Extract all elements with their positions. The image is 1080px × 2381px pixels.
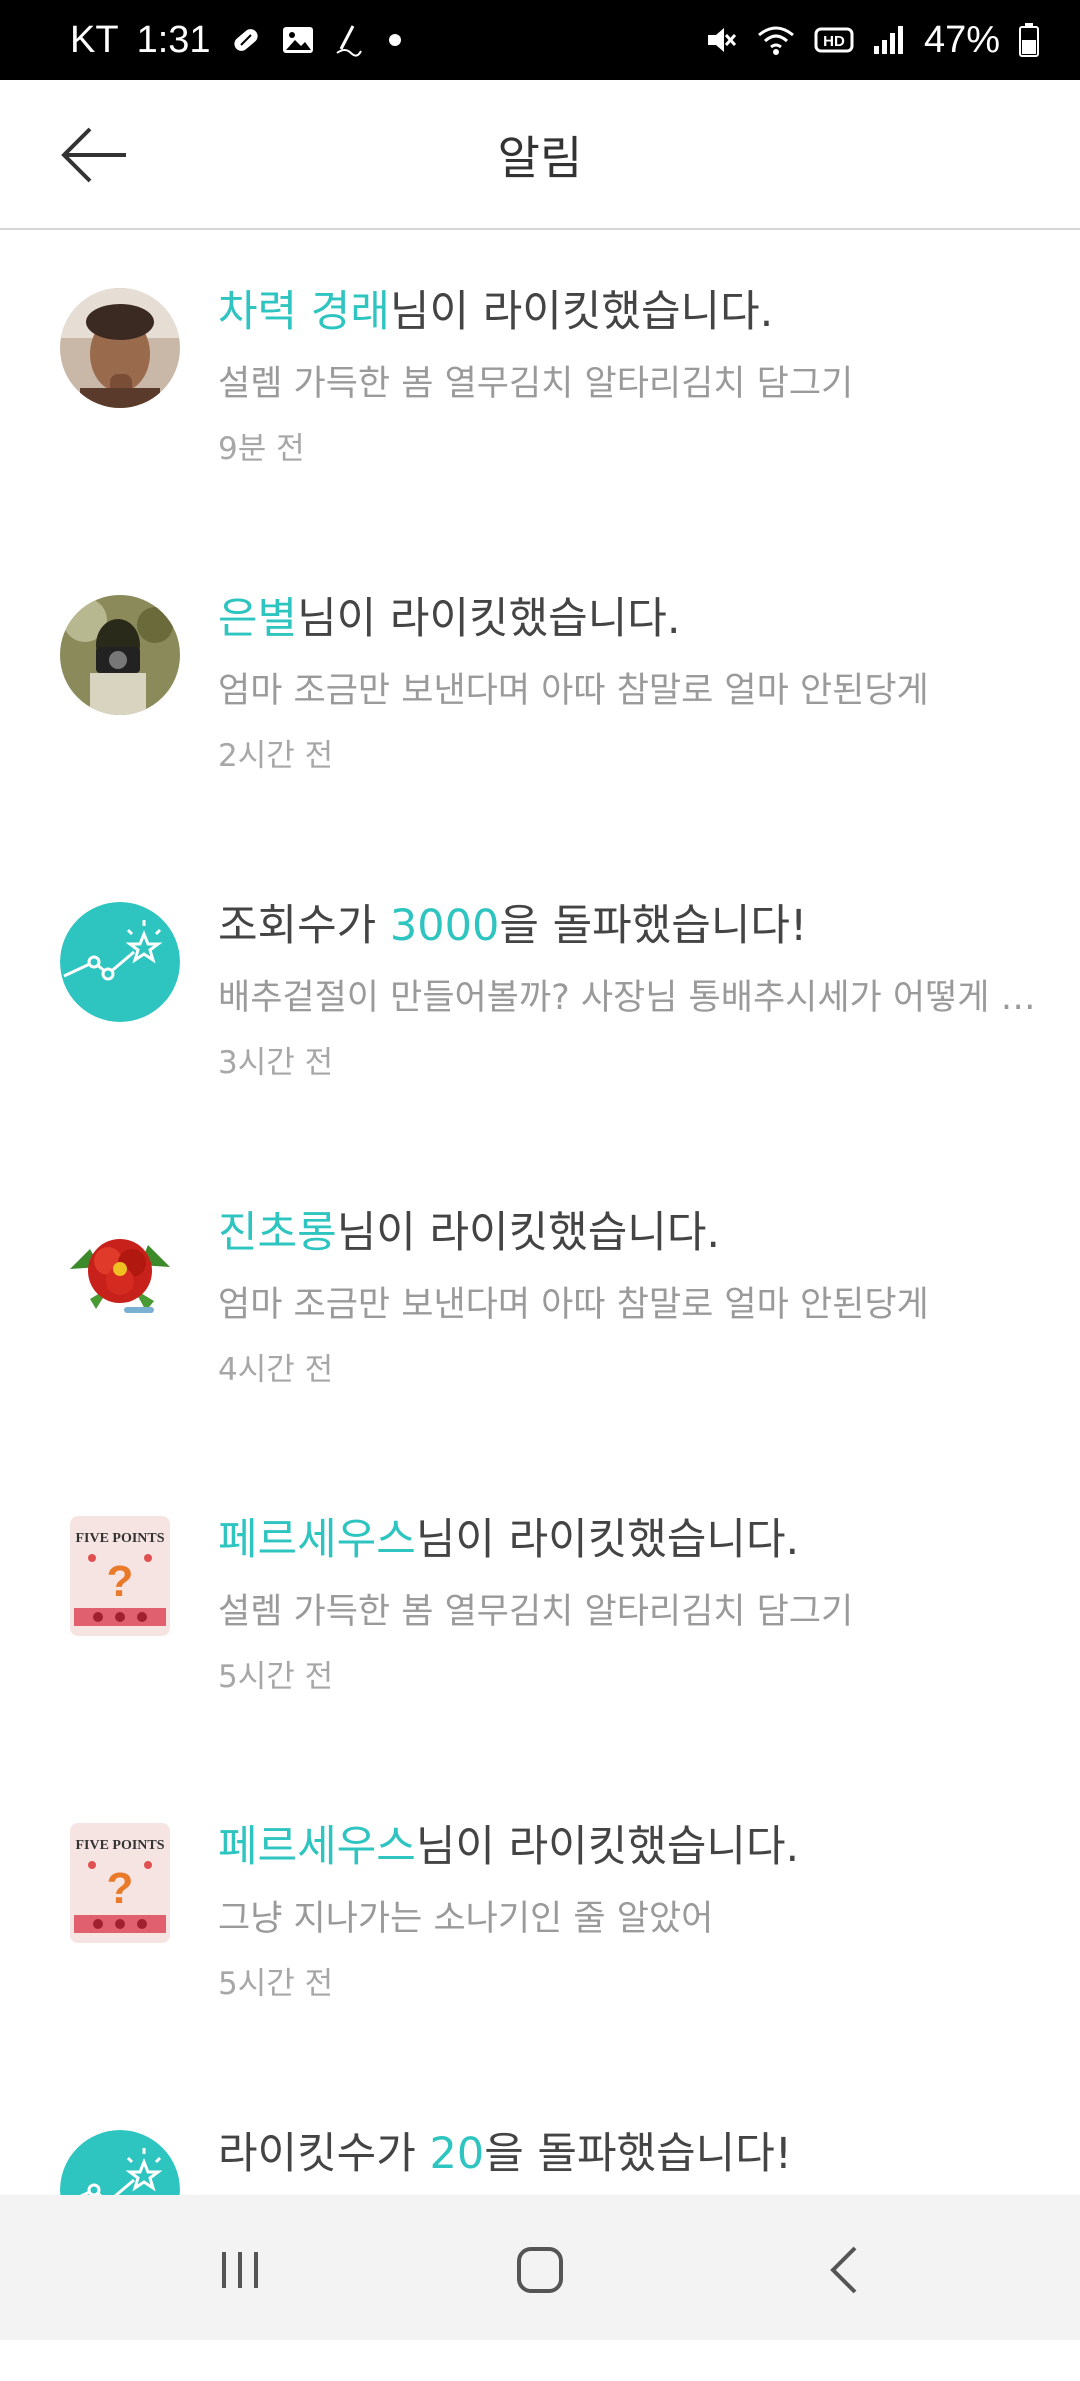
timestamp: 5시간 전 (218, 1966, 334, 2002)
stats-star-icon (60, 902, 180, 1022)
notification-message: 님이 라이킷했습니다. (415, 1515, 800, 1565)
wifi-icon (756, 23, 796, 57)
clock: 1:31 (136, 18, 211, 61)
post-title: 그냥 지나가는 소나기인 줄 알았어 (218, 1899, 714, 1939)
timestamp: 5시간 전 (218, 1659, 334, 1695)
user-name[interactable]: 페르세우스 (218, 1515, 416, 1565)
like-count: 20 (429, 2129, 485, 2179)
svg-text:?: ? (107, 1557, 134, 1606)
notification-item[interactable]: FIVE POINTS ? 페르세우스님이 라이킷했습니다. 설렘 가득한 봄 … (0, 1460, 1080, 1767)
battery-label: 47% (923, 18, 1000, 61)
signal-icon (872, 24, 906, 56)
page-title: 알림 (497, 131, 583, 185)
image-icon (281, 25, 315, 55)
avatar: FIVE POINTS ? (60, 1516, 180, 1636)
view-count: 3000 (389, 901, 500, 951)
timestamp: 4시간 전 (218, 1352, 334, 1388)
dot-icon (388, 34, 401, 46)
notification-prefix: 조회수가 (218, 901, 390, 951)
notification-item[interactable]: 조회수가 3000을 돌파했습니다! 배추겉절이 만들어볼까? 사장님 통배추시… (0, 846, 1080, 1153)
user-name[interactable]: 차력 경래 (218, 287, 390, 337)
status-bar: KT 1:31 HD 47% (0, 0, 1080, 80)
nav-back-button[interactable] (805, 2235, 885, 2305)
notification-title: 차력 경래님이 라이킷했습니다. (218, 282, 1050, 342)
post-title: 엄마 조금만 보낸다며 아따 참말로 얼마 안된당게 (218, 1285, 929, 1325)
notification-item[interactable]: FIVE POINTS ? 페르세우스님이 라이킷했습니다. 그냥 지나가는 소… (0, 1767, 1080, 2074)
battery-icon (1018, 22, 1040, 58)
app-header: 알림 (0, 80, 1080, 230)
recent-apps-button[interactable] (200, 2235, 280, 2305)
pen-icon (333, 23, 363, 57)
user-name[interactable]: 은별 (218, 594, 297, 644)
avatar: FIVE POINTS ? (60, 1823, 180, 1943)
post-title: 설렘 가득한 봄 열무김치 알타리김치 담그기 (218, 1592, 854, 1632)
recent-apps-icon (222, 2252, 258, 2288)
avatar (60, 288, 180, 408)
notification-text: 진초롱님이 라이킷했습니다. 엄마 조금만 보낸다며 아따 참말로 얼마 안된당… (218, 1203, 1050, 1391)
status-right: HD 47% (704, 19, 1040, 62)
notification-text: 은별님이 라이킷했습니다. 엄마 조금만 보낸다며 아따 참말로 얼마 안된당게… (218, 589, 1050, 777)
notification-item[interactable]: 은별님이 라이킷했습니다. 엄마 조금만 보낸다며 아따 참말로 얼마 안된당게… (0, 539, 1080, 846)
notification-title: 조회수가 3000을 돌파했습니다! (218, 896, 1050, 956)
status-left: KT 1:31 (70, 19, 401, 62)
avatar (60, 1209, 180, 1329)
notification-message: 님이 라이킷했습니다. (389, 287, 774, 337)
post-title: 배추겉절이 만들어볼까? 사장님 통배추시세가 어떻게 … (218, 978, 1036, 1018)
notification-message: 님이 라이킷했습니다. (297, 594, 681, 644)
notification-title: 진초롱님이 라이킷했습니다. (218, 1203, 1050, 1263)
timestamp: 2시간 전 (218, 738, 334, 774)
notification-list: 차력 경래님이 라이킷했습니다. 설렘 가득한 봄 열무김치 알타리김치 담그기… (0, 232, 1080, 2381)
notification-item[interactable]: 차력 경래님이 라이킷했습니다. 설렘 가득한 봄 열무김치 알타리김치 담그기… (0, 232, 1080, 539)
notification-message: 을 돌파했습니다! (484, 2129, 793, 2179)
notification-title: 페르세우스님이 라이킷했습니다. (218, 1817, 1050, 1877)
back-icon (830, 2246, 857, 2294)
svg-text:HD: HD (823, 33, 845, 50)
mute-icon (704, 23, 738, 57)
notification-text: 조회수가 3000을 돌파했습니다! 배추겉절이 만들어볼까? 사장님 통배추시… (218, 896, 1050, 1084)
notification-message: 님이 라이킷했습니다. (336, 1208, 721, 1258)
home-button[interactable] (500, 2235, 580, 2305)
book-cover-title: FIVE POINTS (75, 1838, 164, 1853)
notification-text: 페르세우스님이 라이킷했습니다. 설렘 가득한 봄 열무김치 알타리김치 담그기… (218, 1510, 1050, 1698)
timestamp: 3시간 전 (218, 1045, 334, 1081)
notification-title: 은별님이 라이킷했습니다. (218, 589, 1050, 649)
notification-title: 페르세우스님이 라이킷했습니다. (218, 1510, 1050, 1570)
user-name[interactable]: 진초롱 (218, 1208, 337, 1258)
notification-prefix: 라이킷수가 (218, 2129, 430, 2179)
hd-icon: HD (814, 25, 854, 55)
notification-item[interactable]: 진초롱님이 라이킷했습니다. 엄마 조금만 보낸다며 아따 참말로 얼마 안된당… (0, 1153, 1080, 1460)
user-name[interactable]: 페르세우스 (218, 1822, 416, 1872)
notification-text: 차력 경래님이 라이킷했습니다. 설렘 가득한 봄 열무김치 알타리김치 담그기… (218, 282, 1050, 470)
notification-title: 라이킷수가 20을 돌파했습니다! (218, 2124, 1050, 2184)
home-icon (517, 2247, 563, 2293)
notification-text: 페르세우스님이 라이킷했습니다. 그냥 지나가는 소나기인 줄 알았어 5시간 … (218, 1817, 1050, 2005)
notification-message: 님이 라이킷했습니다. (415, 1822, 800, 1872)
carrier-label: KT (70, 18, 119, 61)
post-title: 설렘 가득한 봄 열무김치 알타리김치 담그기 (218, 364, 854, 404)
notification-message: 을 돌파했습니다! (499, 901, 808, 951)
avatar (60, 595, 180, 715)
post-title: 엄마 조금만 보낸다며 아따 참말로 얼마 안된당게 (218, 671, 929, 711)
svg-text:?: ? (107, 1864, 134, 1913)
book-cover-title: FIVE POINTS (75, 1531, 164, 1546)
pill-icon (229, 23, 263, 57)
timestamp: 9분 전 (218, 431, 305, 467)
system-nav-bar (0, 2195, 1080, 2340)
